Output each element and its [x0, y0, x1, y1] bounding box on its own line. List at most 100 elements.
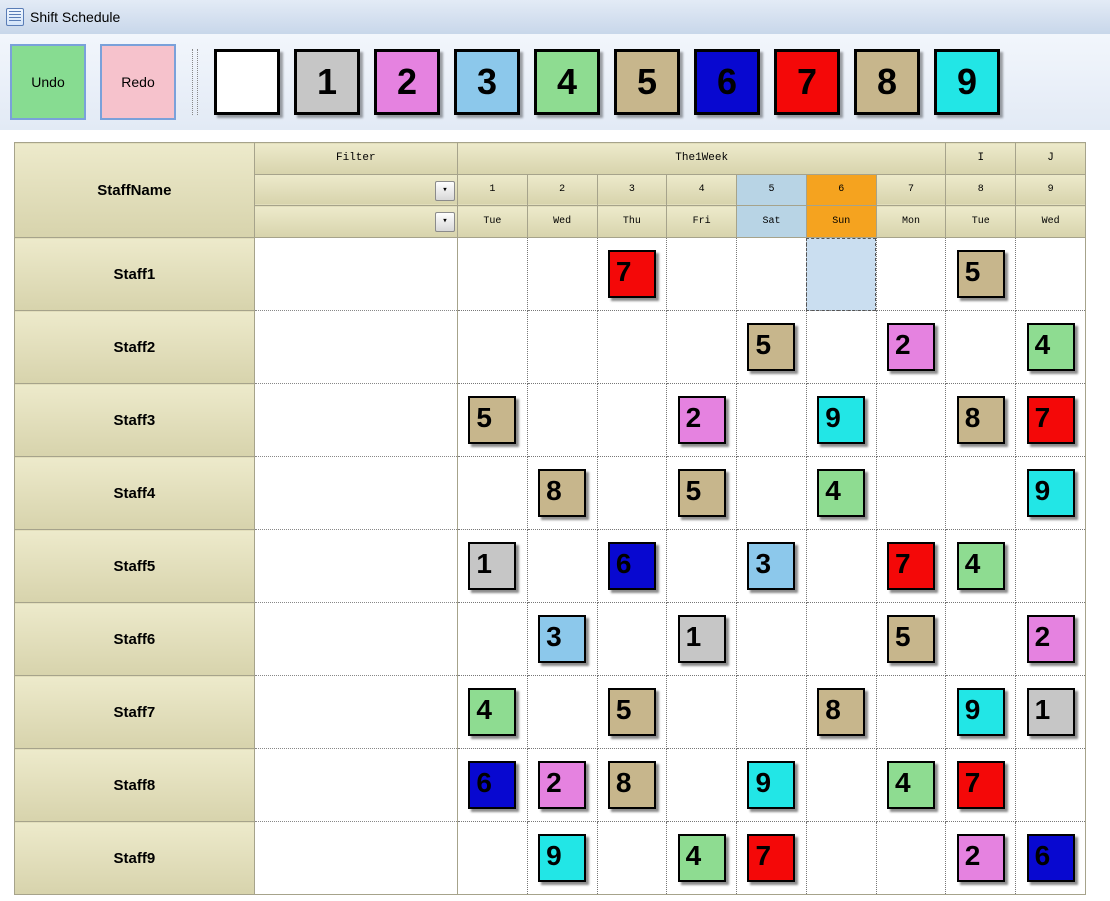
shift-cell-Staff7-day2[interactable] — [527, 676, 597, 749]
shift-cell-Staff9-day4[interactable]: 4 — [667, 822, 737, 895]
shift-tile-5[interactable]: 5 — [887, 615, 935, 663]
shift-tile-7[interactable]: 7 — [957, 761, 1005, 809]
shift-tile-5[interactable]: 5 — [957, 250, 1005, 298]
shift-cell-Staff6-day8[interactable] — [946, 603, 1016, 676]
shift-tile-5[interactable]: 5 — [678, 469, 726, 517]
shift-tile-4[interactable]: 4 — [1027, 323, 1075, 371]
shift-cell-Staff7-day1[interactable]: 4 — [457, 676, 527, 749]
shift-cell-Staff9-day3[interactable] — [597, 822, 667, 895]
shift-tile-2[interactable]: 2 — [957, 834, 1005, 882]
shift-cell-Staff3-day3[interactable] — [597, 384, 667, 457]
shift-tile-9[interactable]: 9 — [1027, 469, 1075, 517]
shift-cell-Staff9-day7[interactable] — [876, 822, 946, 895]
filter-dropdown-1[interactable]: ▾ — [435, 181, 455, 201]
shift-tile-8[interactable]: 8 — [538, 469, 586, 517]
shift-cell-Staff7-day5[interactable] — [737, 676, 807, 749]
shift-cell-Staff7-day4[interactable] — [667, 676, 737, 749]
shift-cell-Staff9-day1[interactable] — [457, 822, 527, 895]
shift-cell-Staff1-day7[interactable] — [876, 238, 946, 311]
shift-cell-Staff3-day1[interactable]: 5 — [457, 384, 527, 457]
undo-button[interactable]: Undo — [10, 44, 86, 120]
shift-cell-Staff5-day5[interactable]: 3 — [737, 530, 807, 603]
palette-item-2[interactable]: 2 — [374, 49, 440, 115]
shift-cell-Staff2-day1[interactable] — [457, 311, 527, 384]
filter-cell-Staff4[interactable] — [254, 457, 457, 530]
shift-tile-2[interactable]: 2 — [887, 323, 935, 371]
shift-cell-Staff3-day2[interactable] — [527, 384, 597, 457]
shift-cell-Staff2-day8[interactable] — [946, 311, 1016, 384]
shift-tile-1[interactable]: 1 — [678, 615, 726, 663]
shift-cell-Staff5-day6[interactable] — [806, 530, 876, 603]
shift-cell-Staff9-day8[interactable]: 2 — [946, 822, 1016, 895]
shift-cell-Staff4-day2[interactable]: 8 — [527, 457, 597, 530]
shift-tile-4[interactable]: 4 — [468, 688, 516, 736]
shift-cell-Staff1-day4[interactable] — [667, 238, 737, 311]
shift-tile-8[interactable]: 8 — [608, 761, 656, 809]
shift-tile-9[interactable]: 9 — [747, 761, 795, 809]
redo-button[interactable]: Redo — [100, 44, 176, 120]
shift-cell-Staff1-day9[interactable] — [1016, 238, 1086, 311]
filter-cell-Staff8[interactable] — [254, 749, 457, 822]
shift-cell-Staff8-day6[interactable] — [806, 749, 876, 822]
shift-cell-Staff2-day4[interactable] — [667, 311, 737, 384]
filter-cell-Staff7[interactable] — [254, 676, 457, 749]
shift-tile-9[interactable]: 9 — [538, 834, 586, 882]
shift-cell-Staff8-day8[interactable]: 7 — [946, 749, 1016, 822]
shift-cell-Staff1-day6[interactable] — [806, 238, 876, 311]
shift-cell-Staff8-day9[interactable] — [1016, 749, 1086, 822]
shift-cell-Staff3-day5[interactable] — [737, 384, 807, 457]
shift-cell-Staff5-day8[interactable]: 4 — [946, 530, 1016, 603]
shift-tile-1[interactable]: 1 — [1027, 688, 1075, 736]
shift-tile-4[interactable]: 4 — [817, 469, 865, 517]
shift-tile-1[interactable]: 1 — [468, 542, 516, 590]
shift-cell-Staff6-day2[interactable]: 3 — [527, 603, 597, 676]
shift-cell-Staff2-day5[interactable]: 5 — [737, 311, 807, 384]
shift-cell-Staff4-day8[interactable] — [946, 457, 1016, 530]
shift-cell-Staff9-day9[interactable]: 6 — [1016, 822, 1086, 895]
shift-cell-Staff4-day5[interactable] — [737, 457, 807, 530]
shift-tile-3[interactable]: 3 — [538, 615, 586, 663]
shift-cell-Staff1-day3[interactable]: 7 — [597, 238, 667, 311]
shift-cell-Staff9-day6[interactable] — [806, 822, 876, 895]
shift-cell-Staff7-day9[interactable]: 1 — [1016, 676, 1086, 749]
shift-cell-Staff8-day2[interactable]: 2 — [527, 749, 597, 822]
shift-tile-9[interactable]: 9 — [957, 688, 1005, 736]
shift-cell-Staff6-day9[interactable]: 2 — [1016, 603, 1086, 676]
shift-cell-Staff9-day2[interactable]: 9 — [527, 822, 597, 895]
shift-tile-5[interactable]: 5 — [608, 688, 656, 736]
shift-cell-Staff5-day3[interactable]: 6 — [597, 530, 667, 603]
shift-cell-Staff4-day7[interactable] — [876, 457, 946, 530]
shift-tile-9[interactable]: 9 — [817, 396, 865, 444]
shift-cell-Staff3-day7[interactable] — [876, 384, 946, 457]
shift-cell-Staff1-day1[interactable] — [457, 238, 527, 311]
shift-tile-3[interactable]: 3 — [747, 542, 795, 590]
shift-tile-8[interactable]: 8 — [817, 688, 865, 736]
filter-cell-Staff9[interactable] — [254, 822, 457, 895]
shift-cell-Staff6-day4[interactable]: 1 — [667, 603, 737, 676]
shift-tile-5[interactable]: 5 — [747, 323, 795, 371]
shift-tile-4[interactable]: 4 — [887, 761, 935, 809]
shift-cell-Staff2-day6[interactable] — [806, 311, 876, 384]
shift-cell-Staff4-day3[interactable] — [597, 457, 667, 530]
shift-tile-2[interactable]: 2 — [538, 761, 586, 809]
shift-tile-5[interactable]: 5 — [468, 396, 516, 444]
shift-tile-6[interactable]: 6 — [468, 761, 516, 809]
shift-tile-4[interactable]: 4 — [678, 834, 726, 882]
shift-cell-Staff8-day5[interactable]: 9 — [737, 749, 807, 822]
shift-cell-Staff4-day6[interactable]: 4 — [806, 457, 876, 530]
palette-item-3[interactable]: 3 — [454, 49, 520, 115]
shift-cell-Staff7-day6[interactable]: 8 — [806, 676, 876, 749]
shift-cell-Staff7-day3[interactable]: 5 — [597, 676, 667, 749]
shift-cell-Staff4-day9[interactable]: 9 — [1016, 457, 1086, 530]
shift-cell-Staff1-day5[interactable] — [737, 238, 807, 311]
palette-item-6[interactable]: 6 — [694, 49, 760, 115]
shift-cell-Staff4-day1[interactable] — [457, 457, 527, 530]
shift-cell-Staff8-day1[interactable]: 6 — [457, 749, 527, 822]
shift-cell-Staff8-day4[interactable] — [667, 749, 737, 822]
shift-cell-Staff3-day9[interactable]: 7 — [1016, 384, 1086, 457]
shift-tile-6[interactable]: 6 — [608, 542, 656, 590]
shift-tile-7[interactable]: 7 — [1027, 396, 1075, 444]
shift-cell-Staff1-day2[interactable] — [527, 238, 597, 311]
shift-cell-Staff5-day2[interactable] — [527, 530, 597, 603]
filter-cell-Staff2[interactable] — [254, 311, 457, 384]
